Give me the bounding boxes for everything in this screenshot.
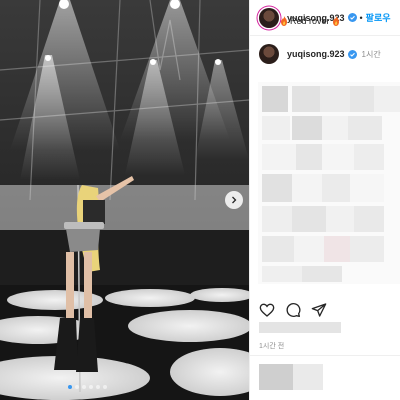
- carousel-indicator: [68, 385, 107, 389]
- carousel-dot: [75, 385, 79, 389]
- comment-input-redacted[interactable]: [259, 364, 293, 390]
- share-icon[interactable]: [311, 302, 327, 318]
- caption-username[interactable]: yuqisong.923: [287, 49, 345, 59]
- comment-icon[interactable]: [285, 302, 301, 318]
- post-image[interactable]: [0, 0, 249, 400]
- avatar[interactable]: [259, 7, 279, 28]
- separator-dot: •: [359, 12, 363, 23]
- verified-icon: [347, 13, 357, 22]
- verified-icon: [347, 49, 357, 59]
- post-actions: [259, 302, 327, 318]
- caption: yuqisong.923 1시간: [259, 44, 399, 64]
- likes-count-redacted: [259, 322, 341, 333]
- divider: [250, 355, 400, 356]
- comment-input-redacted-2: [293, 364, 323, 390]
- fire-icon: [332, 16, 339, 26]
- carousel-dot: [89, 385, 93, 389]
- heart-icon[interactable]: [259, 302, 275, 318]
- fire-icon: [281, 16, 287, 26]
- caption-text-row: Red rover: [280, 16, 340, 26]
- caption-time: 1시간: [361, 49, 381, 59]
- caption-avatar[interactable]: [259, 44, 279, 64]
- redacted-comments: [258, 82, 400, 284]
- carousel-next-button[interactable]: [225, 191, 243, 209]
- post-timestamp: 1시간 전: [259, 343, 285, 350]
- follow-button[interactable]: 팔로우: [366, 11, 391, 24]
- carousel-dot: [96, 385, 100, 389]
- concert-photo: [0, 0, 249, 400]
- carousel-dot: [68, 385, 72, 389]
- carousel-dot: [82, 385, 86, 389]
- chevron-right-icon: [232, 196, 237, 204]
- caption-text: Red rover: [290, 16, 330, 26]
- carousel-dot: [103, 385, 107, 389]
